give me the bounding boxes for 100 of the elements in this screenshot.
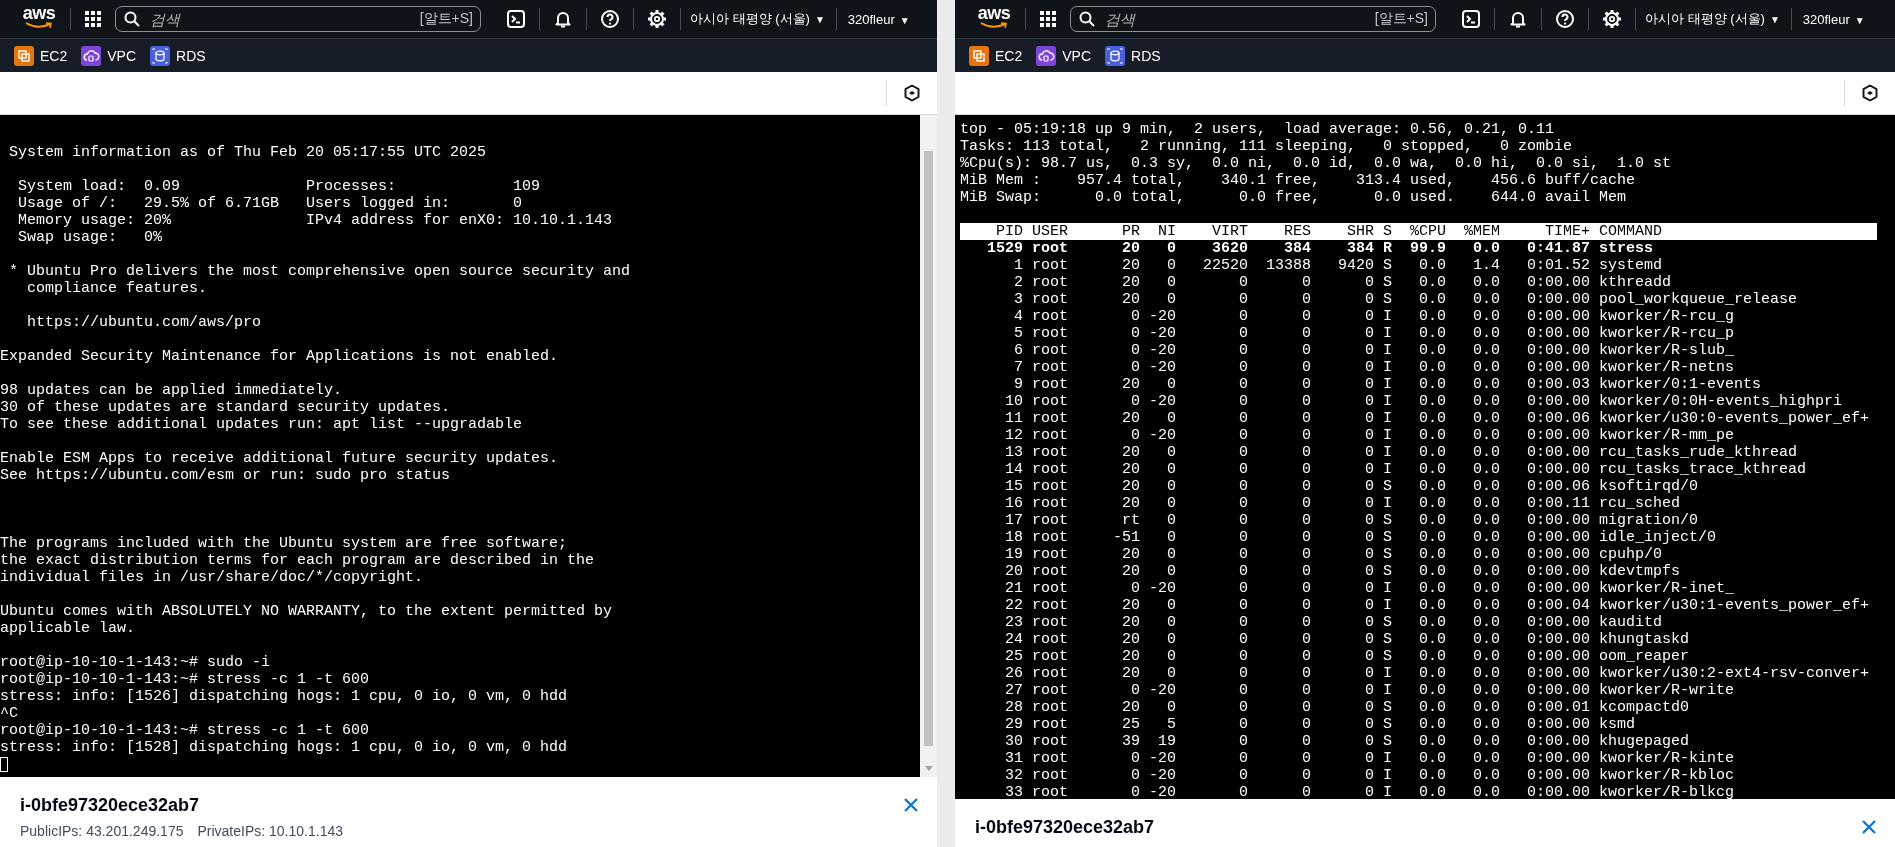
table-cell-text: 0.0 xyxy=(1418,767,1446,784)
help-icon[interactable] xyxy=(1555,9,1575,29)
terminal-line: stress: info: [1528] dispatching hogs: 1 cpu, 0 io, 0 vm, 0 hdd xyxy=(0,739,569,756)
table-cell-text: 20 xyxy=(1121,699,1140,716)
service-shortcut[interactable]: VPC xyxy=(1036,45,1092,66)
table-cell-text: 0 xyxy=(1238,410,1248,427)
terminal-line: Usage of /: 29.5% of 6.71GB Users logged in: 0 xyxy=(17,195,524,212)
bell-icon[interactable] xyxy=(553,9,573,29)
table-cell: I xyxy=(1383,393,1392,410)
service-shortcut[interactable]: RDS xyxy=(1105,45,1161,66)
terminal-line: root@ip-10-10-1-143:~# stress -c 1 -t 600 xyxy=(0,722,371,739)
table-cell-text: 0 xyxy=(1238,359,1248,376)
account-menu[interactable]: 320fleur ▼ xyxy=(1799,11,1868,27)
table-cell-text: 0:00.11 xyxy=(1526,495,1590,512)
table-cell-text: 0 xyxy=(1364,750,1374,767)
close-icon[interactable] xyxy=(903,797,919,813)
table-cell-text: 0 xyxy=(1238,546,1248,563)
terminal-line: Ubuntu comes with ABSOLUTELY NO WARRANTY, to the extent permitted by xyxy=(0,603,614,620)
table-cell-text: 0 xyxy=(1301,716,1311,733)
table-cell-text: 0 xyxy=(1130,308,1140,325)
grid-menu-icon[interactable] xyxy=(1040,11,1056,27)
table-cell-text: 0.0 xyxy=(1472,733,1500,750)
ip-address-text: PublicIPs: 43.201.249.175 xyxy=(20,823,184,839)
table-cell-text: kauditd xyxy=(1599,614,1663,631)
table-cell-text: 0 xyxy=(1301,563,1311,580)
table-cell-text: 0 xyxy=(1301,376,1311,393)
terminal-icon[interactable] xyxy=(1461,9,1481,29)
table-cell-text: 0.0 xyxy=(1472,410,1500,427)
terminal-line: %Cpu(s): 98.7 us, 0.3 sy, 0.0 ni, 0.0 id, 0.0 wa, 0.0 hi, 0.0 si, 1.0 st xyxy=(960,155,1673,172)
table-cell: S xyxy=(1383,512,1392,529)
table-cell-text: 0:00.00 xyxy=(1526,580,1590,597)
table-cell-text: root xyxy=(1032,240,1069,257)
smile-icon xyxy=(979,22,1009,30)
table-cell-text: root xyxy=(1032,682,1069,699)
table-cell-text: 0.0 xyxy=(1472,342,1500,359)
table-cell-text: 0 xyxy=(1238,427,1248,444)
terminal-line: root@ip-10-10-1-143:~# sudo -i xyxy=(0,654,272,671)
table-cell-text: 0:00.00 xyxy=(1526,461,1590,478)
service-shortcut[interactable]: EC2 xyxy=(969,45,1023,66)
column-header: PID xyxy=(995,223,1023,240)
terminal-line: stress: info: [1526] dispatching hogs: 1 cpu, 0 io, 0 vm, 0 hdd xyxy=(0,688,569,705)
table-cell-text: 20 xyxy=(1121,665,1140,682)
terminal-line: The programs included with the Ubuntu system are free software; xyxy=(0,535,569,552)
table-cell: -20 xyxy=(1149,427,1176,444)
service-shortcut[interactable]: VPC xyxy=(81,45,137,66)
table-cell-text: ksoftirqd/0 xyxy=(1599,478,1700,495)
table-cell: -51 xyxy=(1113,529,1140,546)
hexagon-icon[interactable] xyxy=(903,84,921,102)
table-cell: I xyxy=(1383,682,1392,699)
table-cell: I xyxy=(1383,461,1392,478)
database-icon xyxy=(1105,45,1126,66)
table-cell-text: 9420 xyxy=(1337,257,1374,274)
column-header: S xyxy=(1383,223,1392,240)
hexagon-icon[interactable] xyxy=(1861,84,1879,102)
table-cell-text: 0 xyxy=(1364,478,1374,495)
table-cell-text: 26 xyxy=(1004,665,1023,682)
table-cell-text: 0.0 xyxy=(1472,308,1500,325)
keyboard-shortcut: [알트+S] xyxy=(1374,10,1428,28)
table-cell-text: root xyxy=(1032,325,1069,342)
table-cell-text: root xyxy=(1032,529,1069,546)
table-cell-text: 0 xyxy=(1364,648,1374,665)
table-cell-text: 0.0 xyxy=(1472,648,1500,665)
service-shortcut[interactable]: EC2 xyxy=(14,45,68,66)
table-cell-text: root xyxy=(1032,444,1069,461)
table-cell: S xyxy=(1383,699,1392,716)
settings-icon[interactable] xyxy=(1602,9,1622,29)
scrollbar[interactable] xyxy=(920,115,937,777)
table-cell-text: 0 xyxy=(1364,733,1374,750)
grid-menu-icon[interactable] xyxy=(85,11,101,27)
table-cell-text: 0 xyxy=(1364,580,1374,597)
column-header: NI xyxy=(1157,223,1176,240)
table-cell-text: 0.0 xyxy=(1472,291,1500,308)
account-menu[interactable]: 320fleur ▼ xyxy=(844,11,913,27)
table-cell-text: 0 xyxy=(1301,478,1311,495)
table-cell-text: root xyxy=(1032,512,1069,529)
region-menu[interactable]: 아시아 태평양 (서울) ▼ xyxy=(687,10,828,28)
close-icon[interactable] xyxy=(1861,819,1877,835)
table-cell-text: 19 xyxy=(1004,546,1023,563)
table-cell-text: 0.0 xyxy=(1418,546,1446,563)
table-cell-text: 0 xyxy=(1166,614,1176,631)
table-cell-text: 0.0 xyxy=(1418,750,1446,767)
settings-icon[interactable] xyxy=(647,9,667,29)
service-shortcut[interactable]: RDS xyxy=(150,45,206,66)
table-cell-text: 0.0 xyxy=(1472,699,1500,716)
terminal-line: applicable law. xyxy=(0,620,137,637)
table-cell-text: 0 xyxy=(1238,784,1248,799)
table-cell-text: kthreadd xyxy=(1599,274,1672,291)
region-menu[interactable]: 아시아 태평양 (서울) ▼ xyxy=(1642,10,1783,28)
table-cell-text: 11 xyxy=(1004,410,1023,427)
table-cell-text: 5 xyxy=(1013,325,1023,342)
terminal-line: compliance features. xyxy=(26,280,209,297)
table-cell: I xyxy=(1383,325,1392,342)
table-cell-text: 0 xyxy=(1301,359,1311,376)
table-cell-text: 0 xyxy=(1301,580,1311,597)
table-cell-text: 0.0 xyxy=(1418,597,1446,614)
terminal-line: top - 05:19:18 up 9 min, 2 users, load average: 0.56, 0.21, 0.11 xyxy=(960,121,1556,138)
bell-icon[interactable] xyxy=(1508,9,1528,29)
table-cell-text: 13 xyxy=(1004,444,1023,461)
help-icon[interactable] xyxy=(600,9,620,29)
terminal-icon[interactable] xyxy=(506,9,526,29)
